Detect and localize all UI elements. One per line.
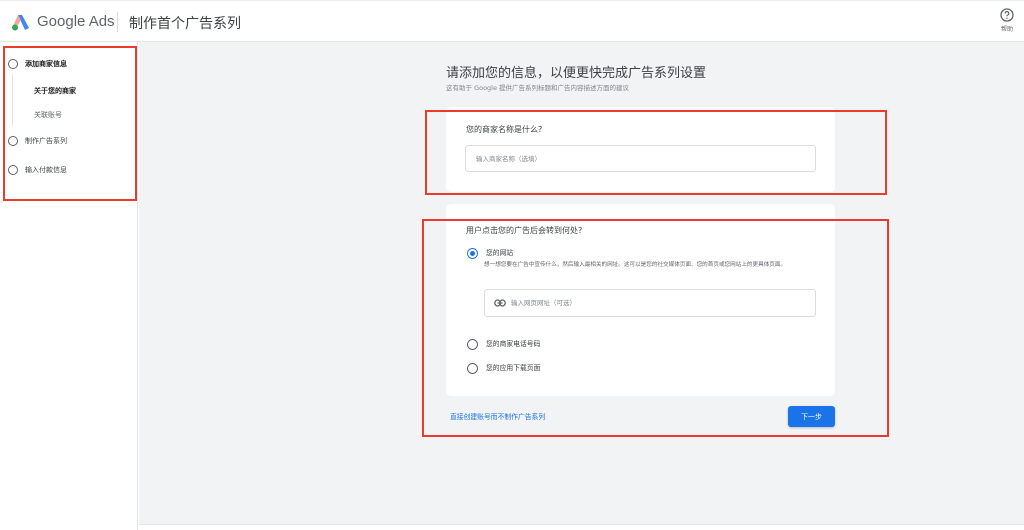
annotation-highlight-destination	[422, 219, 889, 437]
help-button[interactable]: 帮助	[996, 8, 1018, 33]
step-circle-icon	[8, 59, 18, 69]
step-label: 输入付款信息	[25, 166, 67, 174]
brand-name: Google Ads	[37, 13, 115, 30]
help-label: 帮助	[1000, 26, 1013, 33]
step-label: 制作广告系列	[25, 137, 67, 145]
step-connector	[12, 74, 13, 126]
annotation-highlight-business-name	[425, 110, 887, 195]
step-label: 添加商家信息	[25, 60, 67, 68]
annotation-highlight-sidebar	[3, 46, 137, 201]
sidebar-step-create-campaign[interactable]: 制作广告系列	[8, 136, 67, 146]
header-divider	[117, 12, 118, 32]
google-ads-logo-icon	[12, 15, 29, 31]
page-title: 请添加您的信息，以便更快完成广告系列设置	[446, 66, 707, 81]
sidebar-substep-about-business[interactable]: 关于您的商家	[34, 86, 76, 96]
page-header-title: 制作首个广告系列	[129, 16, 241, 32]
top-header: Google Ads 制作首个广告系列 帮助	[0, 0, 1024, 42]
page-subtitle: 这有助于 Google 提供广告系列标题和广告内容描述方面的建议	[446, 84, 630, 92]
sidebar-step-business-info[interactable]: 添加商家信息	[8, 59, 67, 69]
steps-sidebar: 添加商家信息 关于您的商家 关联账号 制作广告系列 输入付款信息	[0, 42, 138, 530]
footer-bar	[139, 524, 1024, 530]
step-circle-icon	[8, 136, 18, 146]
help-icon	[1000, 8, 1014, 22]
sidebar-substep-link-accounts[interactable]: 关联账号	[34, 110, 62, 120]
sidebar-step-payment[interactable]: 输入付款信息	[8, 165, 67, 175]
step-circle-icon	[8, 165, 18, 175]
